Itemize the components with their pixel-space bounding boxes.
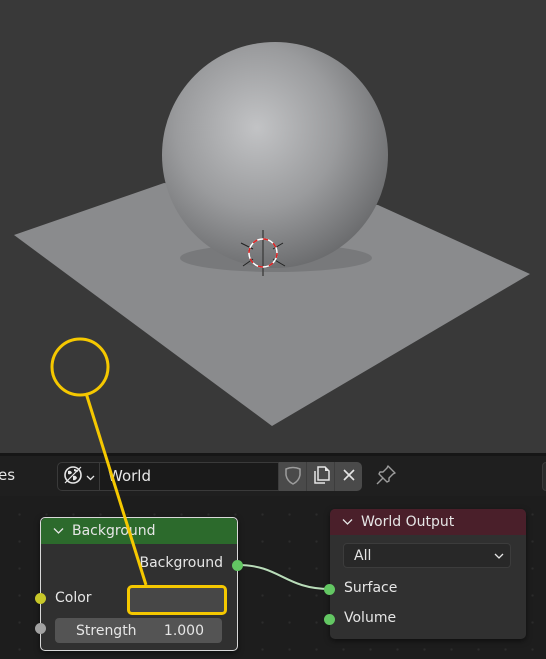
target-select-value: All xyxy=(354,547,372,564)
world-output-node-title: World Output xyxy=(361,514,455,530)
background-node[interactable]: Background Background Color Strength 1.0… xyxy=(35,517,243,651)
chevron-down-icon xyxy=(494,548,504,564)
surface-input-socket[interactable] xyxy=(324,584,335,595)
world-output-node-header[interactable]: World Output xyxy=(330,509,526,535)
background-node-header[interactable]: Background xyxy=(41,518,237,544)
volume-input-socket[interactable] xyxy=(324,614,335,625)
strength-value: 1.000 xyxy=(163,622,204,639)
surface-input-label: Surface xyxy=(344,580,398,596)
background-output-label: Background xyxy=(139,555,223,571)
collapse-chevron-icon[interactable] xyxy=(342,514,353,530)
color-swatch-field[interactable] xyxy=(127,585,227,615)
collapse-chevron-icon[interactable] xyxy=(53,523,64,539)
strength-input-socket[interactable] xyxy=(35,623,46,634)
background-output-socket[interactable] xyxy=(232,560,243,571)
target-select[interactable]: All xyxy=(343,543,511,568)
strength-field[interactable]: Strength 1.000 xyxy=(55,618,222,643)
world-output-node[interactable]: World Output All Surface Volume xyxy=(324,509,526,639)
volume-input-label: Volume xyxy=(344,610,397,626)
color-input-socket[interactable] xyxy=(35,593,46,604)
background-node-title: Background xyxy=(72,523,156,539)
strength-label: Strength xyxy=(76,622,137,639)
color-input-label: Color xyxy=(55,590,92,606)
